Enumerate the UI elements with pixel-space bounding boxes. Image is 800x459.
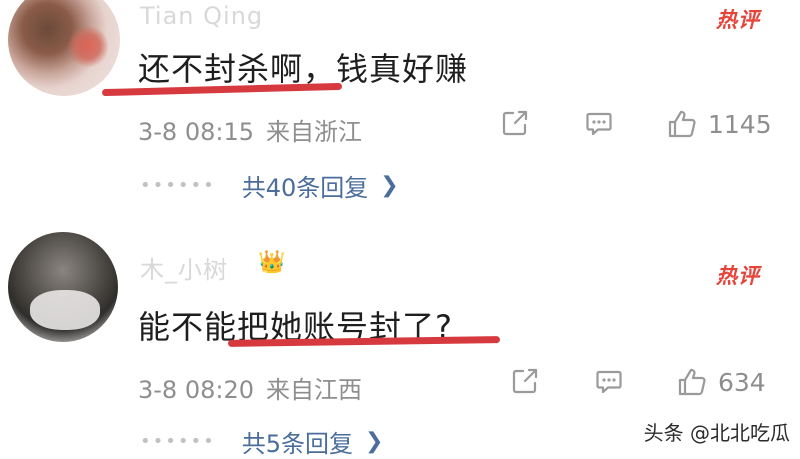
like-button[interactable]: 634 [676, 366, 766, 398]
username[interactable]: Tian Qing [140, 2, 263, 30]
comment-button[interactable] [594, 366, 624, 396]
comment-date: 3-8 08:20 [138, 376, 254, 404]
like-count: 1145 [708, 109, 772, 139]
fan-badge-icon: 👑 [258, 250, 286, 275]
thumbs-up-icon [668, 110, 696, 138]
comment-button[interactable] [584, 108, 614, 138]
avatar[interactable] [8, 232, 118, 342]
chevron-right-icon: ❯ [380, 173, 399, 198]
like-count: 634 [718, 367, 766, 397]
dots-icon: •••••• [140, 431, 216, 452]
chevron-right-icon: ❯ [364, 429, 384, 454]
hot-comment-badge: 热评 [716, 264, 760, 288]
comment-meta: 3-8 08:20 来自江西 [138, 370, 362, 405]
comment-icon [596, 370, 622, 394]
hot-comment-badge: 热评 [716, 8, 760, 32]
share-button[interactable] [500, 108, 530, 138]
share-icon [512, 368, 538, 394]
comment-icon [586, 112, 612, 136]
replies-label: 共40条回复 [241, 174, 369, 202]
dots-icon: •••••• [140, 175, 216, 196]
share-icon [502, 110, 528, 136]
comment-item: Tian Qing 热评 还不封杀啊，钱真好赚 3-8 08:15 来自浙江 11… [0, 0, 800, 218]
like-button[interactable]: 1145 [666, 108, 772, 140]
comment-location: 来自浙江 [266, 118, 362, 146]
thumbs-up-icon [678, 368, 706, 396]
avatar[interactable] [8, 0, 120, 96]
comment-meta: 3-8 08:15 来自浙江 [138, 112, 362, 147]
username[interactable]: 木_小树 [140, 250, 228, 285]
share-button[interactable] [510, 366, 540, 396]
comment-date: 3-8 08:15 [138, 118, 254, 146]
source-watermark: 头条 @北北吃瓜 [643, 421, 790, 445]
comment-location: 来自江西 [266, 376, 362, 404]
view-replies-link[interactable]: •••••• 共40条回复 ❯ [140, 168, 399, 203]
